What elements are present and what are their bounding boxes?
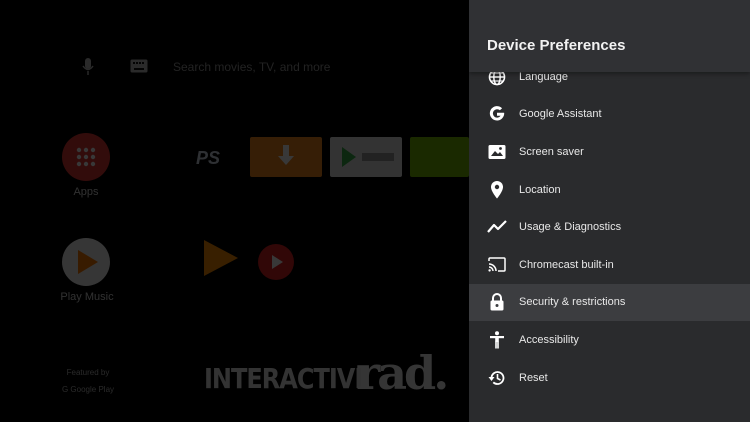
cast-icon (487, 255, 507, 275)
trend-line-icon (487, 217, 507, 237)
microphone-icon[interactable] (81, 57, 95, 82)
preferences-menu: Language Google Assistant Screen saver L… (469, 58, 750, 396)
menu-item-label: Security & restrictions (519, 296, 626, 309)
menu-item-label: Language (519, 70, 568, 83)
featured-line-2: G Google Play (61, 385, 115, 394)
play-music-button[interactable] (62, 238, 110, 286)
location-pin-icon (487, 180, 507, 200)
home-screen-background: Search movies, TV, and more Apps PS Play… (0, 0, 469, 422)
apps-button[interactable] (62, 133, 110, 181)
panel-title: Device Preferences (487, 37, 626, 54)
keyboard-icon[interactable] (130, 59, 148, 78)
download-arrow-icon (278, 145, 294, 167)
menu-item-label: Chromecast built-in (519, 258, 614, 271)
featured-by-google-play: Featured by G Google Play (48, 364, 128, 398)
youtube-play-icon (272, 255, 283, 269)
menu-item-screen-saver[interactable]: Screen saver (469, 133, 750, 171)
apps-label: Apps (73, 186, 99, 198)
menu-item-label: Accessibility (519, 333, 579, 346)
menu-item-security-restrictions[interactable]: Security & restrictions (469, 283, 750, 322)
device-preferences-panel: Device Preferences Language Google Assis… (469, 0, 750, 422)
accessibility-icon (487, 330, 507, 350)
play-music-label: Play Music (60, 291, 114, 303)
menu-item-usage-diagnostics[interactable]: Usage & Diagnostics (469, 208, 750, 246)
playstation-logo[interactable]: PS (196, 148, 220, 169)
menu-item-label: Screen saver (519, 145, 584, 158)
rad-tile[interactable]: rad. (356, 346, 449, 400)
apps-grid-icon (76, 147, 96, 167)
google-g-icon (487, 104, 507, 124)
downloader-app-tile[interactable] (250, 137, 322, 177)
menu-item-label: Usage & Diagnostics (519, 221, 622, 234)
search-bar[interactable]: Search movies, TV, and more (76, 54, 456, 80)
reset-history-icon (487, 368, 507, 388)
lock-icon (487, 292, 507, 312)
menu-item-chromecast[interactable]: Chromecast built-in (469, 246, 750, 284)
menu-item-accessibility[interactable]: Accessibility (469, 321, 750, 359)
play-music-icon (78, 250, 98, 274)
google-play-store-tile[interactable] (330, 137, 402, 177)
youtube-card[interactable] (258, 244, 294, 280)
play-music-card-icon[interactable] (204, 240, 238, 276)
menu-item-label: Reset (519, 371, 548, 384)
menu-item-reset[interactable]: Reset (469, 359, 750, 397)
menu-item-google-assistant[interactable]: Google Assistant (469, 96, 750, 134)
search-placeholder: Search movies, TV, and more (173, 60, 331, 74)
menu-item-location[interactable]: Location (469, 171, 750, 209)
featured-line-1: Featured by (66, 368, 110, 377)
panel-header: Device Preferences (469, 0, 750, 72)
screen-saver-icon (487, 142, 507, 162)
menu-item-label: Location (519, 183, 561, 196)
play-store-icon (342, 147, 356, 167)
nvidia-app-tile[interactable] (410, 137, 469, 177)
interactive-tile[interactable]: INTERACTIVE (204, 363, 371, 395)
play-store-wordmark (362, 153, 394, 161)
menu-item-label: Google Assistant (519, 108, 602, 121)
